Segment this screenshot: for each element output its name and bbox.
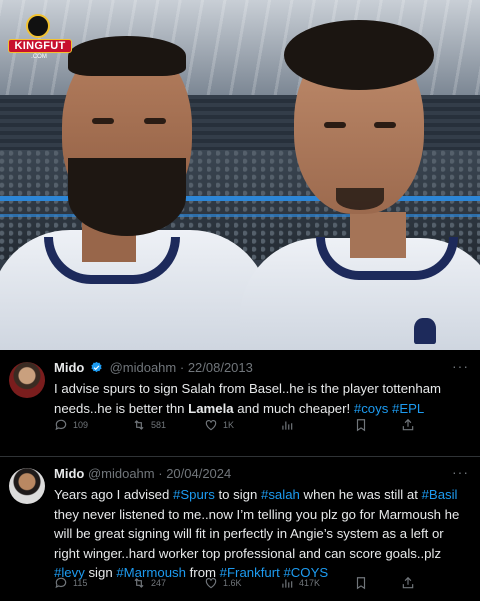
reply-count: 109 [73,420,89,430]
player-left [0,36,270,350]
share-button[interactable] [401,576,415,590]
tweet-date[interactable]: 20/04/2024 [166,466,231,481]
like-count: 1K [223,420,235,430]
share-icon [402,576,414,589]
hashtag-link[interactable]: #Basil [422,487,458,502]
tweet-header: Mido @midoahm · 20/04/2024 [54,466,232,481]
views-chart-icon [282,421,293,430]
logo-text: KINGFUT [8,39,72,53]
retweet-count: 581 [151,420,167,430]
share-button[interactable] [401,418,415,432]
views-button[interactable]: 417K [280,576,320,590]
tweet-text-segment: when he was still at [299,487,422,502]
bookmark-button[interactable] [354,576,368,590]
tweet-text-segment: to sign [214,487,261,502]
hashtag-link[interactable]: #EPL [392,401,424,416]
reply-button[interactable]: 109 [54,418,88,432]
post-photo[interactable]: KINGFUT .COM [0,0,480,350]
author-name[interactable]: Mido [54,360,84,375]
reply-icon [55,577,67,589]
bookmark-icon [356,419,366,432]
heart-icon [205,420,217,431]
tweet-2[interactable]: Mido @midoahm · 20/04/2024 ··· Years ago… [0,456,480,601]
kingfut-logo: KINGFUT .COM [8,14,72,62]
views-button[interactable] [280,418,299,432]
avatar[interactable] [9,468,45,504]
tweet-text: Years ago I advised #Spurs to sign #sala… [54,485,469,583]
views-chart-icon [282,579,293,588]
tweet-date[interactable]: 22/08/2013 [188,360,253,375]
views-count: 417K [299,578,321,588]
retweet-button[interactable]: 581 [132,418,166,432]
verified-badge-icon [91,361,102,373]
like-button[interactable]: 1K [204,418,234,432]
bold-text: Lamela [188,400,234,416]
like-button[interactable]: 1.6K [204,576,242,590]
reply-count: 115 [73,578,88,588]
hashtag-link[interactable]: #Spurs [173,487,215,502]
retweet-button[interactable]: 247 [132,576,166,590]
tweet-actions: 109 581 1K [54,418,424,434]
player-right [240,20,480,350]
author-name[interactable]: Mido [54,466,84,481]
author-handle[interactable]: @midoahm [110,360,177,375]
heart-icon [205,578,217,589]
author-handle[interactable]: @midoahm [88,466,155,481]
reply-button[interactable]: 115 [54,576,87,590]
tweet-actions: 115 247 1.6K 417K [54,576,424,592]
hashtag-link[interactable]: #salah [261,487,300,502]
retweet-icon [134,578,144,588]
logo-subtext: .COM [31,54,47,60]
bookmark-button[interactable] [354,418,368,432]
avatar[interactable] [9,362,45,398]
club-crest-icon [414,318,436,344]
share-icon [402,418,414,431]
tweet-text: I advise spurs to sign Salah from Basel.… [54,379,469,418]
bookmark-icon [356,577,366,590]
more-options-icon[interactable]: ··· [452,358,469,374]
tweet-header: Mido @midoahm · 22/08/2013 [54,360,253,375]
retweet-count: 247 [151,578,167,588]
tweet-text-segment: Years ago I advised [54,487,174,502]
tweet-text-segment: they never listened to me..now I’m telli… [54,506,460,561]
more-options-icon[interactable]: ··· [452,464,469,480]
retweet-icon [134,420,144,430]
tweet-text-segment: and much cheaper! [233,400,354,416]
hashtag-link[interactable]: #coys [354,401,388,416]
tweet-1[interactable]: Mido @midoahm · 22/08/2013 ··· I advise … [0,350,480,456]
like-count: 1.6K [223,578,242,588]
reply-icon [55,419,67,431]
football-icon [26,14,50,38]
